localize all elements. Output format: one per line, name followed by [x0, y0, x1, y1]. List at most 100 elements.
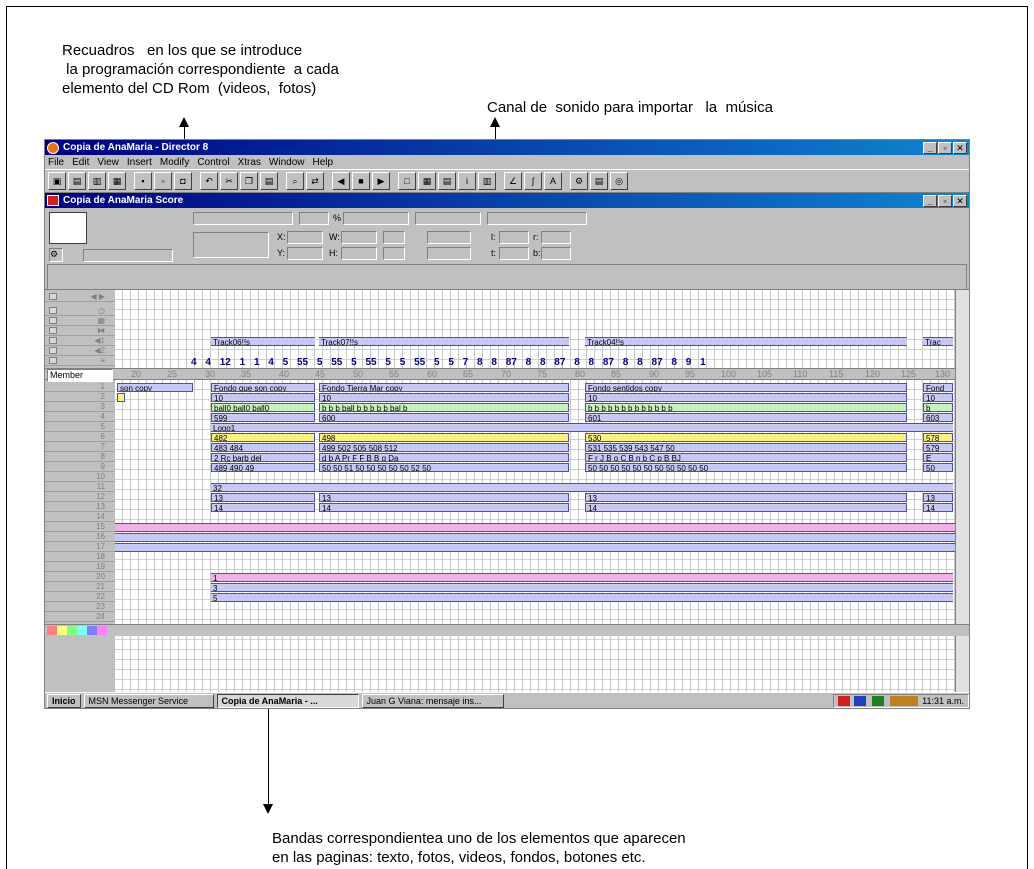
sprite-bar[interactable]: [115, 523, 955, 532]
undo-icon[interactable]: ↶: [200, 172, 218, 190]
stop-icon[interactable]: ■: [352, 172, 370, 190]
restore-button[interactable]: ▫: [938, 141, 952, 154]
score-close-button[interactable]: ✕: [953, 194, 967, 207]
behavior-gear-icon[interactable]: ⚙: [49, 248, 63, 262]
sprite-bar[interactable]: 50 50 50 50 50 50 50 50 50 50 50: [585, 463, 907, 472]
sprite-bar[interactable]: 489 490 49: [211, 463, 315, 472]
sprite-bar[interactable]: 601: [585, 413, 907, 422]
w-field[interactable]: [341, 231, 377, 244]
score-minimize-button[interactable]: _: [923, 194, 937, 207]
sprite-bar[interactable]: 2 Rc barb del: [211, 453, 315, 462]
score-restore-button[interactable]: ▫: [938, 194, 952, 207]
start-button[interactable]: Inicio: [47, 693, 81, 708]
sprite-bar[interactable]: d b A Pr F F B B g Da: [319, 453, 569, 462]
library-icon[interactable]: ▥: [478, 172, 496, 190]
message-icon[interactable]: ◎: [610, 172, 628, 190]
sprite-bar[interactable]: Logo1: [211, 423, 953, 432]
channel-label[interactable]: 23: [45, 602, 115, 612]
menu-edit[interactable]: Edit: [72, 157, 89, 168]
channel-label[interactable]: 4: [45, 412, 115, 422]
channel-label[interactable]: 5: [45, 422, 115, 432]
rewind-icon[interactable]: ◀: [332, 172, 350, 190]
channel-label[interactable]: 1: [45, 382, 115, 392]
behavior-select[interactable]: [83, 249, 173, 262]
end-frame-field[interactable]: [415, 212, 481, 225]
sprite-bar[interactable]: 483 484: [211, 443, 315, 452]
y-field[interactable]: [287, 247, 323, 260]
sprite-bar[interactable]: Fondo que son copy: [211, 383, 315, 392]
menu-file[interactable]: File: [48, 157, 64, 168]
sprite-bar[interactable]: 13: [923, 493, 953, 502]
copy-icon[interactable]: ❐: [240, 172, 258, 190]
x-field[interactable]: [287, 231, 323, 244]
channel-label[interactable]: 18: [45, 552, 115, 562]
sprite-bar[interactable]: 600: [319, 413, 569, 422]
sprite-bar[interactable]: 14: [211, 503, 315, 512]
skew-field[interactable]: [427, 247, 471, 260]
channel-label[interactable]: 3: [45, 402, 115, 412]
sprite-bar[interactable]: 530: [585, 433, 907, 442]
sprite-bar[interactable]: E: [923, 453, 953, 462]
r-field[interactable]: [541, 231, 571, 244]
channel-label[interactable]: 19: [45, 562, 115, 572]
text-icon[interactable]: A: [544, 172, 562, 190]
sound-sprite[interactable]: Track04!!s: [585, 337, 907, 346]
channel-label[interactable]: 13: [45, 502, 115, 512]
menu-insert[interactable]: Insert: [127, 157, 152, 168]
script-icon[interactable]: ▤: [590, 172, 608, 190]
channel-label[interactable]: 22: [45, 592, 115, 602]
disk-icon[interactable]: ◘: [174, 172, 192, 190]
channel-label[interactable]: 20: [45, 572, 115, 582]
channel-label[interactable]: 6: [45, 432, 115, 442]
sprite-bar[interactable]: 531 535 539 543 547 50: [585, 443, 907, 452]
channel-label[interactable]: 15: [45, 522, 115, 532]
new-movie-icon[interactable]: ▣: [48, 172, 66, 190]
sprite-bar[interactable]: 50 50 51 50 50 50 50 50 52 50: [319, 463, 569, 472]
sprite-bar[interactable]: Fond: [923, 383, 953, 392]
sprite-bar[interactable]: 579: [923, 443, 953, 452]
menu-view[interactable]: View: [97, 157, 119, 168]
tray-icons[interactable]: [838, 695, 919, 706]
save-all-icon[interactable]: ▫: [154, 172, 172, 190]
sprite-bar[interactable]: 14: [923, 503, 953, 512]
sprite-bar[interactable]: [115, 543, 955, 552]
paint-icon[interactable]: ∠: [504, 172, 522, 190]
sprite-bar[interactable]: b: [923, 403, 953, 412]
task-message[interactable]: Juan G Viana: mensaje ins...: [361, 693, 504, 708]
sprite-bar[interactable]: 498: [319, 433, 569, 442]
save-icon[interactable]: ▪: [134, 172, 152, 190]
b-field[interactable]: [541, 247, 571, 260]
menu-control[interactable]: Control: [197, 157, 229, 168]
behavior-icon[interactable]: ⚙: [570, 172, 588, 190]
sprite-bar[interactable]: b b b ball b b b b b bal b: [319, 403, 569, 412]
sprite-bar[interactable]: 13: [319, 493, 569, 502]
sprite-bar[interactable]: 578: [923, 433, 953, 442]
task-director[interactable]: Copia de AnaMaria - ...: [216, 693, 359, 708]
stage-icon[interactable]: □: [398, 172, 416, 190]
sprite-bar[interactable]: 10: [585, 393, 907, 402]
score-nav-buttons[interactable]: ◀ ▶: [45, 292, 115, 302]
paste-icon[interactable]: ▤: [260, 172, 278, 190]
sprite-bar[interactable]: 13: [585, 493, 907, 502]
task-msn-messenger[interactable]: MSN Messenger Service: [83, 693, 214, 708]
sound-sprite[interactable]: Trac: [923, 337, 953, 346]
frame-ruler[interactable]: Member 20 25 30 35 40 45 50 55 60 65 70 …: [45, 368, 955, 382]
flip-v-icon[interactable]: [383, 247, 405, 260]
channel-label[interactable]: 11: [45, 482, 115, 492]
blend-select[interactable]: [299, 212, 329, 225]
close-button[interactable]: ✕: [953, 141, 967, 154]
sprite-bar[interactable]: 1: [211, 573, 953, 582]
rotation-field[interactable]: [427, 231, 471, 244]
sprite-bar[interactable]: 499 502 505 508 512: [319, 443, 569, 452]
sprite-bar[interactable]: 10: [923, 393, 953, 402]
channel-label[interactable]: 12: [45, 492, 115, 502]
l-field[interactable]: [499, 231, 529, 244]
sprite-bar[interactable]: 10: [319, 393, 569, 402]
sprite-bar[interactable]: 14: [585, 503, 907, 512]
info-icon[interactable]: i: [458, 172, 476, 190]
sprite-bar[interactable]: [117, 393, 125, 402]
channel-label[interactable]: 10: [45, 472, 115, 482]
sprite-bar[interactable]: 5: [211, 593, 953, 602]
sprite-bar[interactable]: 13: [211, 493, 315, 502]
sprite-bar[interactable]: 603: [923, 413, 953, 422]
